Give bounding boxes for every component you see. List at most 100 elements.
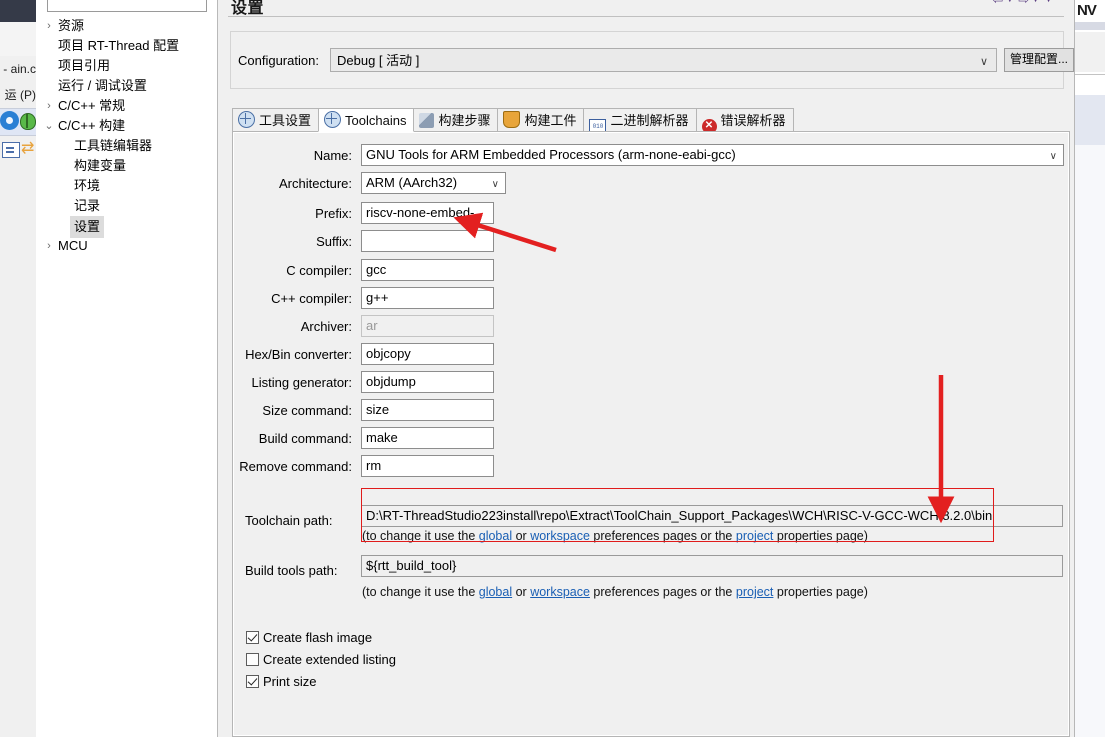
cpp-compiler-field-label: C++ compiler:: [271, 291, 352, 306]
tree-item-1[interactable]: 项目 RT-Thread 配置: [36, 36, 217, 56]
tree-item-2[interactable]: 项目引用: [36, 56, 217, 76]
project-link[interactable]: project: [736, 529, 774, 543]
remove-command-field-value: rm: [366, 458, 382, 473]
listing-generator-field-value: objdump: [366, 374, 416, 389]
global-link[interactable]: global: [479, 529, 512, 543]
toolchain-path-hint: (to change it use the global or workspac…: [362, 529, 868, 543]
toolchains-icon: [324, 111, 342, 128]
chevron-down-icon[interactable]: ⌄: [42, 116, 56, 136]
hint-mid2: preferences pages or the: [589, 585, 736, 599]
architecture-field[interactable]: ARM (AArch32) ∨: [361, 172, 506, 194]
tab-label: 工具设置: [259, 113, 312, 128]
nav-back-arrow-icon[interactable]: ⇦: [992, 0, 1003, 8]
archiver-field[interactable]: ar: [361, 315, 494, 337]
suffix-field[interactable]: [361, 230, 494, 252]
build-tools-path-input[interactable]: ${rtt_build_tool}: [361, 555, 1063, 577]
configuration-select[interactable]: Debug [ 活动 ] ∨: [330, 48, 997, 72]
editor-tab-label-fragment-2[interactable]: (P) 运: [0, 86, 36, 102]
name-field[interactable]: GNU Tools for ARM Embedded Processors (a…: [361, 144, 1064, 166]
build-artifact-icon: [503, 111, 521, 128]
c-compiler-field[interactable]: gcc: [361, 259, 494, 281]
tab-label: 构建步骤: [438, 113, 491, 128]
tree-item-label: 运行 / 调试设置: [58, 78, 147, 93]
tab-二进制解析器[interactable]: 010 二进制解析器: [583, 108, 697, 136]
prefix-field-label: Prefix:: [315, 206, 352, 221]
checkbox-checked-icon[interactable]: [246, 675, 259, 688]
title-divider: [228, 16, 1064, 17]
architecture-field-label: Architecture:: [279, 176, 352, 191]
chevron-down-icon[interactable]: ∨: [1050, 147, 1057, 167]
hint-pre: (to change it use the: [362, 529, 479, 543]
print-size-checkbox-label: Print size: [263, 674, 317, 689]
tree-item-4[interactable]: › C/C++ 常规: [36, 96, 217, 116]
tab-工具设置[interactable]: 工具设置: [232, 108, 320, 132]
configuration-label: Configuration:: [238, 53, 319, 68]
ide-toolbar-fragment: [0, 108, 36, 136]
remove-command-field-label: Remove command:: [239, 459, 352, 474]
hint-post: properties page): [773, 529, 868, 543]
tree-item-5[interactable]: ⌄ C/C++ 构建: [36, 116, 217, 136]
project-link[interactable]: project: [736, 585, 774, 599]
settings-gear-icon[interactable]: [2, 113, 17, 128]
nav-forward-dropdown-icon[interactable]: ▼: [1031, 0, 1040, 4]
tab-label: Toolchains: [345, 113, 407, 128]
archiver-field-label: Archiver:: [300, 319, 352, 334]
ide-left-edge-strip: ain.c - (P) 运 ⇄: [0, 0, 36, 737]
build-tools-path-label: Build tools path:: [245, 563, 338, 578]
prefix-field[interactable]: riscv-none-embed-: [361, 202, 494, 224]
nav-back-dropdown-icon[interactable]: ▼: [1005, 0, 1014, 4]
toolchain-path-input[interactable]: D:\RT-ThreadStudio223install\repo\Extrac…: [361, 505, 1063, 527]
hex-bin-converter-field-label: Hex/Bin converter:: [245, 347, 352, 362]
workspace-link[interactable]: workspace: [530, 585, 590, 599]
cpp-compiler-field[interactable]: g++: [361, 287, 494, 309]
right-edge-band-3: [1075, 95, 1105, 145]
name-field-label: Name:: [313, 148, 352, 163]
tree-item-0[interactable]: › 资源: [36, 16, 217, 36]
hex-bin-converter-field[interactable]: objcopy: [361, 343, 494, 365]
chevron-down-icon[interactable]: ∨: [492, 175, 499, 195]
tree-item-label: 项目 RT-Thread 配置: [58, 38, 180, 53]
build-tools-path-hint: (to change it use the global or workspac…: [362, 585, 868, 599]
chevron-right-icon[interactable]: ›: [42, 96, 56, 116]
tree-filter-input[interactable]: [47, 0, 207, 12]
tab-label: 错误解析器: [720, 113, 786, 128]
cpp-compiler-field-value: g++: [366, 290, 389, 305]
listing-generator-field[interactable]: objdump: [361, 371, 494, 393]
manage-configurations-button[interactable]: 管理配置...: [1004, 48, 1074, 72]
hint-mid2: preferences pages or the: [589, 529, 736, 543]
editor-tab-label-fragment[interactable]: ain.c -: [0, 62, 36, 78]
debug-bug-icon[interactable]: [20, 113, 36, 130]
nav-forward-arrow-icon[interactable]: ⇨: [1018, 0, 1029, 8]
right-edge-band-4: [1075, 145, 1105, 737]
tab-构建工件[interactable]: 构建工件: [497, 108, 585, 132]
tree-item-3[interactable]: 运行 / 调试设置: [36, 76, 217, 96]
size-command-field[interactable]: size: [361, 399, 494, 421]
properties-tree-panel: › 资源 项目 RT-Thread 配置 项目引用 运行 / 调试设置 › C/C++ 常规…: [36, 0, 218, 737]
tree-item-label: 资源: [58, 18, 85, 33]
remove-command-field[interactable]: rm: [361, 455, 494, 477]
c-compiler-field-label: C compiler:: [286, 263, 352, 278]
build-command-field[interactable]: make: [361, 427, 494, 449]
listing-generator-field-label: Listing generator:: [251, 375, 352, 390]
checkbox-checked-icon[interactable]: [246, 631, 259, 644]
ide-title-bar-fragment: [0, 0, 36, 22]
tab-错误解析器[interactable]: ✕ 错误解析器: [695, 108, 794, 134]
ide-right-edge-strip: NV: [1074, 0, 1105, 737]
chevron-down-icon: ∨: [979, 56, 988, 68]
tab-构建步骤[interactable]: 构建步骤: [413, 108, 499, 132]
hint-mid1: or: [512, 529, 531, 543]
checkbox-unchecked-icon[interactable]: [246, 653, 259, 666]
tab-Toolchains[interactable]: Toolchains: [318, 108, 415, 132]
archiver-field-value: ar: [366, 318, 378, 333]
nav-menu-chevron-icon[interactable]: ▼: [1044, 0, 1053, 4]
architecture-field-value: ARM (AArch32): [366, 175, 458, 190]
settings-tab-strip: 工具设置 Toolchains 构建步骤 构建工件 010 二进制解析器 ✕ 错误解析器: [232, 108, 794, 136]
right-edge-band-1: [1075, 22, 1105, 30]
tree-item-label: C/C++ 构建: [58, 118, 126, 133]
tree-item-label: 项目引用: [58, 58, 111, 73]
global-link[interactable]: global: [479, 585, 512, 599]
chevron-right-icon[interactable]: ›: [42, 16, 56, 36]
tool-settings-icon: [238, 111, 255, 128]
toolchain-path-label: Toolchain path:: [245, 513, 333, 528]
workspace-link[interactable]: workspace: [530, 529, 590, 543]
